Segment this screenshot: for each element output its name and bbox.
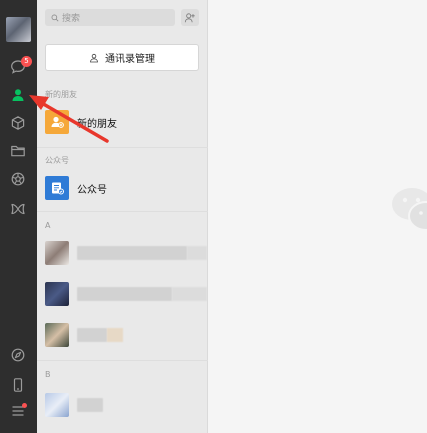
contact-avatar bbox=[45, 393, 69, 417]
official-account-icon bbox=[45, 176, 69, 200]
list-item-official-accounts[interactable]: 公众号 bbox=[37, 170, 208, 206]
search-icon bbox=[51, 14, 59, 21]
moments-icon[interactable] bbox=[8, 169, 28, 189]
mini-programs-icon[interactable] bbox=[8, 199, 28, 219]
blurred-contact-name bbox=[77, 328, 107, 342]
contact-avatar bbox=[45, 282, 69, 306]
chat-area bbox=[208, 0, 427, 433]
section-header-new-friends: 新的朋友 bbox=[45, 90, 77, 99]
contacts-panel: 搜索 通讯录管理 新的朋友 新的朋友 公众号 公众号 A B bbox=[37, 0, 208, 433]
search-input[interactable]: 搜索 bbox=[45, 9, 175, 26]
section-header-official: 公众号 bbox=[45, 156, 69, 165]
divider bbox=[37, 360, 208, 361]
divider bbox=[37, 211, 208, 212]
contact-row[interactable] bbox=[37, 235, 208, 271]
blurred-contact-name-tail bbox=[172, 287, 207, 301]
divider bbox=[37, 147, 208, 148]
list-item-new-friends[interactable]: 新的朋友 bbox=[37, 104, 208, 140]
unread-badge: 5 bbox=[21, 56, 32, 67]
person-icon bbox=[90, 53, 98, 62]
blurred-contact-name bbox=[77, 246, 187, 260]
files-icon[interactable] bbox=[8, 141, 28, 161]
list-item-label: 公众号 bbox=[77, 184, 107, 196]
phone-icon[interactable] bbox=[8, 375, 28, 395]
list-item-label: 新的朋友 bbox=[77, 118, 117, 130]
add-friend-button[interactable] bbox=[181, 9, 199, 26]
wechat-logo-icon bbox=[392, 188, 427, 231]
new-friend-icon bbox=[45, 110, 69, 134]
blurred-contact-name bbox=[77, 287, 172, 301]
blurred-contact-name-tail bbox=[107, 328, 123, 342]
menu-notification-dot bbox=[22, 403, 27, 408]
sidebar: 5 bbox=[0, 0, 37, 433]
contact-row[interactable] bbox=[37, 317, 208, 353]
blurred-contact-name bbox=[77, 398, 103, 412]
contact-row[interactable] bbox=[37, 276, 208, 312]
contact-avatar bbox=[45, 241, 69, 265]
contact-row[interactable] bbox=[37, 387, 208, 423]
contacts-icon[interactable] bbox=[8, 85, 28, 105]
contacts-manage-label: 通讯录管理 bbox=[105, 54, 155, 65]
section-header-b: B bbox=[45, 370, 51, 379]
contact-avatar bbox=[45, 323, 69, 347]
favorites-icon[interactable] bbox=[8, 113, 28, 133]
contacts-manage-button[interactable]: 通讯录管理 bbox=[45, 44, 199, 71]
games-icon[interactable] bbox=[8, 345, 28, 365]
blurred-contact-name-tail bbox=[187, 246, 207, 260]
add-contact-icon bbox=[184, 12, 195, 22]
search-placeholder: 搜索 bbox=[62, 14, 81, 24]
avatar[interactable] bbox=[6, 17, 31, 42]
section-header-a: A bbox=[45, 221, 51, 230]
